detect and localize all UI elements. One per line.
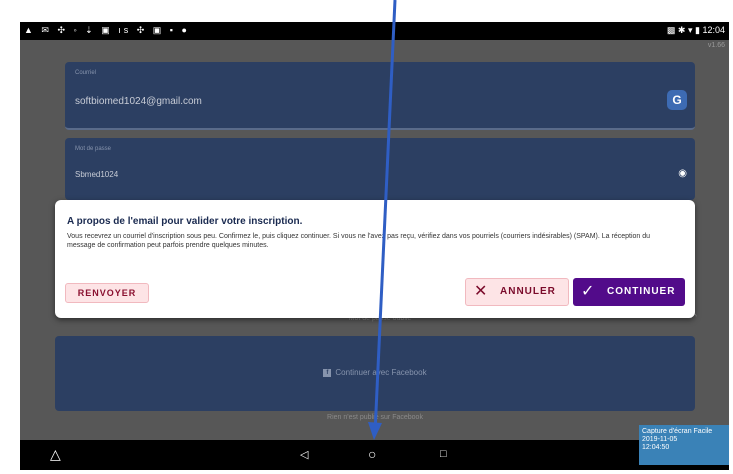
cancel-label: ANNULER bbox=[500, 286, 556, 297]
check-icon: ✓ bbox=[581, 283, 596, 300]
google-icon[interactable]: G bbox=[667, 90, 687, 110]
password-input[interactable]: Sbmed1024 bbox=[75, 170, 118, 179]
password-label: Mot de passe bbox=[75, 146, 112, 152]
password-field[interactable]: Mot de passe Sbmed1024 ◉ bbox=[65, 138, 695, 200]
email-field[interactable]: Courriel softbiomed1024@gmail.com G bbox=[65, 62, 695, 130]
facebook-button-text: Continuer avec Facebook bbox=[335, 368, 427, 377]
continue-label: CONTINUER bbox=[607, 286, 676, 297]
continue-button[interactable]: ✓ CONTINUER bbox=[573, 278, 685, 306]
watermark-time: 12:04:50 bbox=[642, 444, 670, 451]
facebook-note: Rien n'est publié sur Facebook bbox=[327, 414, 423, 421]
resend-button[interactable]: RENVOYER bbox=[65, 283, 149, 303]
nav-up-icon[interactable]: △ bbox=[50, 446, 61, 463]
system-status: ▩ ✱ ▾ ▮ 12:04 bbox=[667, 25, 725, 36]
email-confirmation-dialog: A propos de l'email pour valider votre i… bbox=[55, 200, 695, 318]
cancel-button[interactable]: ✕ ANNULER bbox=[465, 278, 569, 306]
screenshot-watermark: Capture d'écran Facile 2019-11-05 12:04:… bbox=[639, 425, 729, 465]
eye-icon[interactable]: ◉ bbox=[678, 168, 687, 179]
close-icon: ✕ bbox=[474, 283, 489, 300]
facebook-login-button[interactable]: f Continuer avec Facebook bbox=[55, 336, 695, 411]
facebook-button-label: f Continuer avec Facebook bbox=[55, 368, 695, 377]
watermark-date: 2019-11-05 bbox=[642, 436, 678, 443]
status-bar: ▲ ✉ ✣ ◦ ⇣ ▣ ıs ✣ ▣ ▪ ● ▩ ✱ ▾ ▮ 12:04 bbox=[20, 22, 729, 40]
app-screen: v1.66 Courriel softbiomed1024@gmail.com … bbox=[20, 40, 729, 440]
nav-home-icon[interactable]: ○ bbox=[368, 446, 376, 462]
nav-back-icon[interactable]: ◁ bbox=[300, 448, 308, 461]
app-version: v1.66 bbox=[707, 42, 725, 49]
nav-recents-icon[interactable]: □ bbox=[440, 448, 447, 460]
facebook-icon: f bbox=[323, 368, 332, 377]
tablet-screen: ▲ ✉ ✣ ◦ ⇣ ▣ ıs ✣ ▣ ▪ ● ▩ ✱ ▾ ▮ 12:04 v1.… bbox=[20, 22, 729, 470]
email-input[interactable]: softbiomed1024@gmail.com bbox=[75, 96, 202, 107]
system-icons: ▩ ✱ ▾ ▮ bbox=[666, 25, 700, 35]
status-time: 12:04 bbox=[702, 25, 725, 35]
android-nav-bar: △ ◁ ○ □ bbox=[20, 440, 729, 470]
notification-icons: ▲ ✉ ✣ ◦ ⇣ ▣ ıs ✣ ▣ ▪ ● bbox=[24, 25, 190, 35]
dialog-body: Vous recevrez un courriel d'inscription … bbox=[67, 233, 651, 249]
watermark-title: Capture d'écran Facile bbox=[642, 428, 713, 435]
dialog-title: A propos de l'email pour valider votre i… bbox=[67, 216, 303, 227]
email-label: Courriel bbox=[75, 70, 97, 76]
